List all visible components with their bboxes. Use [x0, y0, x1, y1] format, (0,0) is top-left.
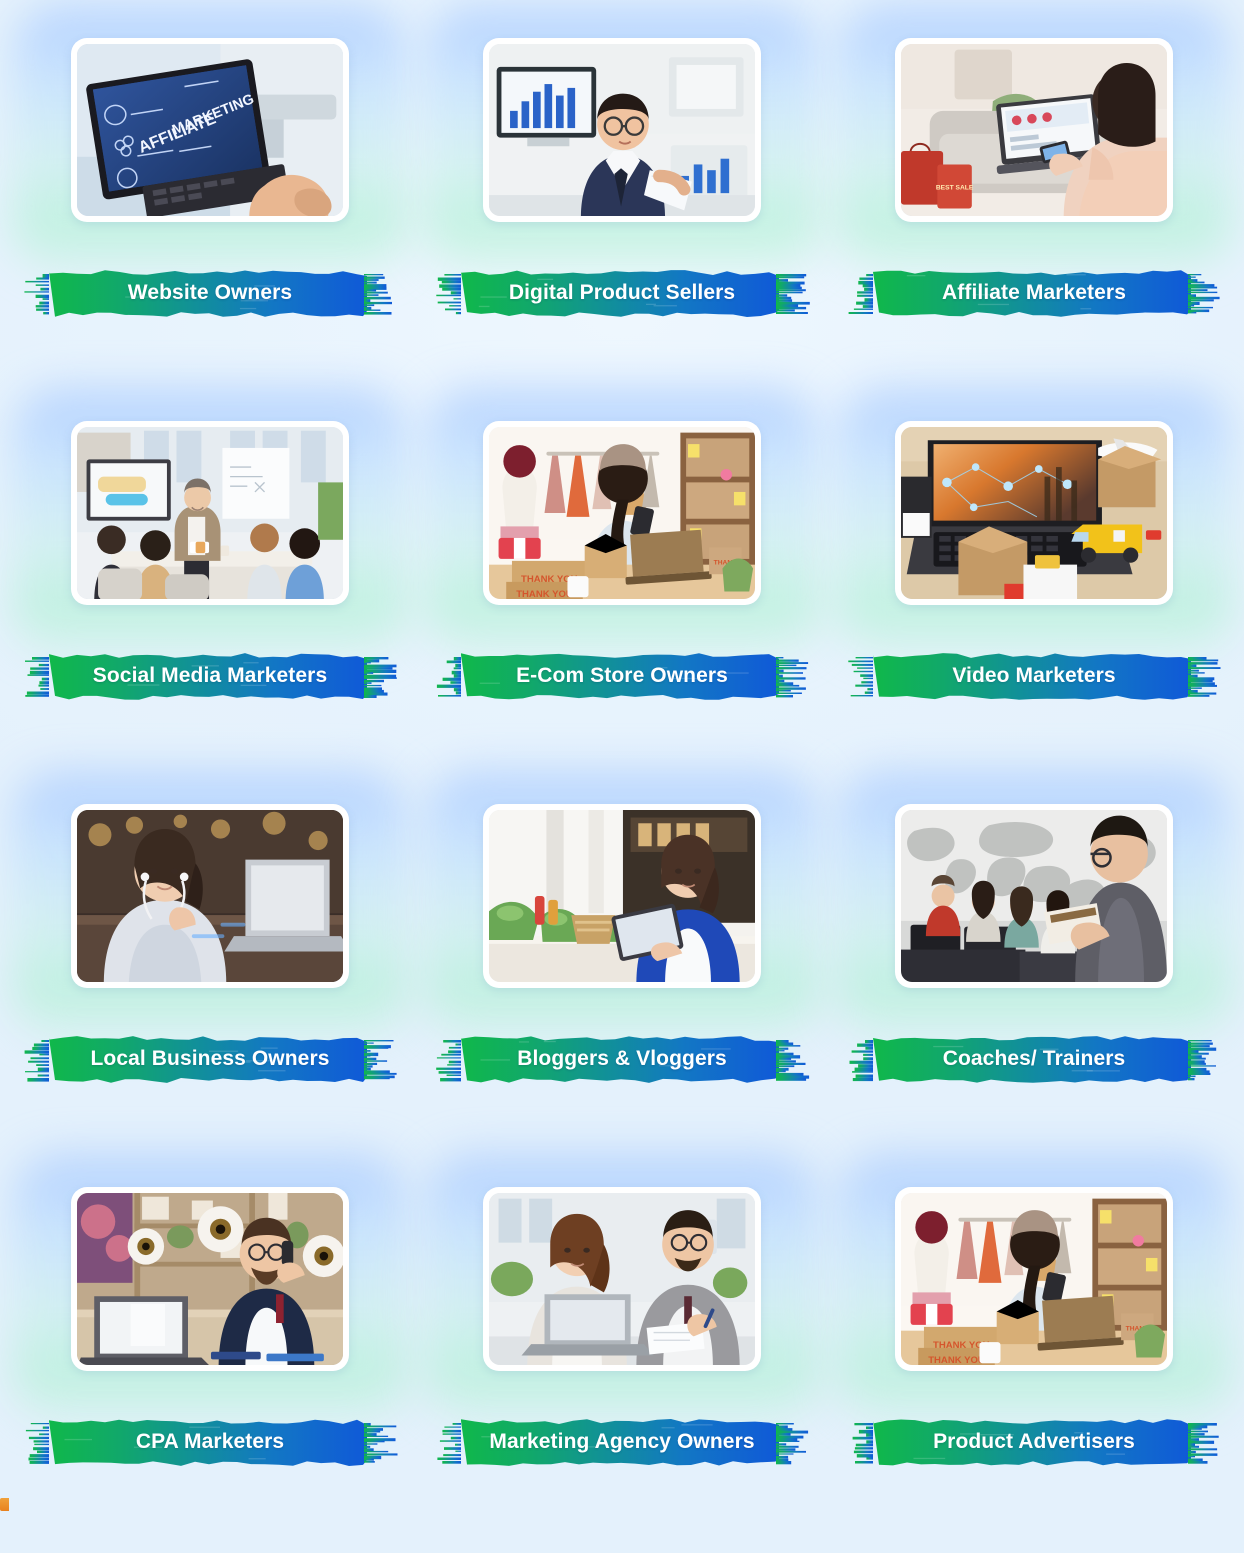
card-frame	[71, 38, 349, 222]
audience-card[interactable]: Digital Product Sellers	[416, 0, 828, 383]
card-frame	[895, 421, 1173, 605]
audience-label-banner[interactable]: Video Marketers	[847, 645, 1222, 707]
audience-label: Product Advertisers	[933, 1430, 1135, 1453]
trainer-world-map-classroom-photo	[901, 810, 1167, 982]
audience-label-banner[interactable]: Website Owners	[23, 262, 398, 324]
card-frame	[483, 1187, 761, 1371]
audience-card[interactable]: Marketing Agency Owners	[416, 1149, 828, 1532]
card-image-wrap	[13, 389, 407, 653]
ecommerce-packing-thank-you-photo	[489, 427, 755, 599]
audience-card[interactable]: Local Business Owners	[4, 766, 416, 1149]
audience-card[interactable]: Website Owners	[4, 0, 416, 383]
card-image-wrap	[837, 6, 1231, 270]
card-image-wrap	[425, 1155, 819, 1419]
audience-label: Local Business Owners	[90, 1047, 330, 1070]
card-frame	[71, 1187, 349, 1371]
audience-label-banner[interactable]: Bloggers & Vloggers	[435, 1028, 810, 1090]
corner-paint-fleck-icon	[0, 1498, 9, 1511]
card-frame	[71, 421, 349, 605]
card-image-wrap	[425, 772, 819, 1036]
audience-label: Social Media Marketers	[92, 664, 328, 687]
audience-label: CPA Marketers	[135, 1430, 285, 1453]
audience-label-banner[interactable]: Coaches/ Trainers	[847, 1028, 1222, 1090]
audience-card[interactable]: Social Media Marketers	[4, 383, 416, 766]
woman-tablet-cafe-photo	[489, 810, 755, 982]
card-image-wrap	[13, 772, 407, 1036]
card-frame	[483, 804, 761, 988]
audience-label: Bloggers & Vloggers	[517, 1047, 727, 1070]
online-shopper-sofa-photo	[901, 44, 1167, 216]
audience-label: Marketing Agency Owners	[489, 1430, 755, 1453]
audience-label: E-Com Store Owners	[516, 664, 728, 687]
audience-card[interactable]: Bloggers & Vloggers	[416, 766, 828, 1149]
card-image-wrap	[425, 389, 819, 653]
card-frame	[483, 38, 761, 222]
card-image-wrap	[425, 6, 819, 270]
audience-label-banner[interactable]: Social Media Marketers	[23, 645, 398, 707]
card-frame	[895, 1187, 1173, 1371]
audience-card[interactable]: E-Com Store Owners	[416, 383, 828, 766]
audience-label-banner[interactable]: E-Com Store Owners	[435, 645, 810, 707]
card-frame	[483, 421, 761, 605]
logistics-laptop-toy-truck-photo	[901, 427, 1167, 599]
audience-card[interactable]: Video Marketers	[828, 383, 1240, 766]
two-colleagues-laptop-office-photo	[489, 1193, 755, 1365]
audience-label-banner[interactable]: Affiliate Marketers	[847, 262, 1222, 324]
card-image-wrap	[13, 6, 407, 270]
card-image-wrap	[837, 772, 1231, 1036]
card-frame	[895, 804, 1173, 988]
audience-label: Coaches/ Trainers	[942, 1047, 1126, 1070]
card-frame	[71, 804, 349, 988]
audience-label-banner[interactable]: Product Advertisers	[847, 1411, 1222, 1473]
office-workshop-meeting-photo	[77, 427, 343, 599]
card-frame	[895, 38, 1173, 222]
card-image-wrap	[13, 1155, 407, 1419]
audience-label: Affiliate Marketers	[942, 281, 1126, 304]
audience-label: Video Marketers	[952, 664, 1116, 687]
card-image-wrap	[837, 1155, 1231, 1419]
audience-label-banner[interactable]: Digital Product Sellers	[435, 262, 810, 324]
man-phone-call-eyeballs-photo	[77, 1193, 343, 1365]
woman-earphones-laptop-photo	[77, 810, 343, 982]
audience-card[interactable]: Coaches/ Trainers	[828, 766, 1240, 1149]
businessman-with-charts-photo	[489, 44, 755, 216]
audience-card[interactable]: Affiliate Marketers	[828, 0, 1240, 383]
ecommerce-packing-thank-you-photo-2	[901, 1193, 1167, 1365]
audience-label-banner[interactable]: Marketing Agency Owners	[435, 1411, 810, 1473]
audience-label: Website Owners	[127, 281, 293, 304]
audience-card[interactable]: CPA Marketers	[4, 1149, 416, 1532]
affiliate-marketing-laptop-photo	[77, 44, 343, 216]
audience-label-banner[interactable]: Local Business Owners	[23, 1028, 398, 1090]
audience-card[interactable]: Product Advertisers	[828, 1149, 1240, 1532]
audience-label: Digital Product Sellers	[508, 281, 736, 304]
card-image-wrap	[837, 389, 1231, 653]
audience-card-grid: Website Owners Digital Product Sellers A…	[0, 0, 1244, 1553]
audience-label-banner[interactable]: CPA Marketers	[23, 1411, 398, 1473]
